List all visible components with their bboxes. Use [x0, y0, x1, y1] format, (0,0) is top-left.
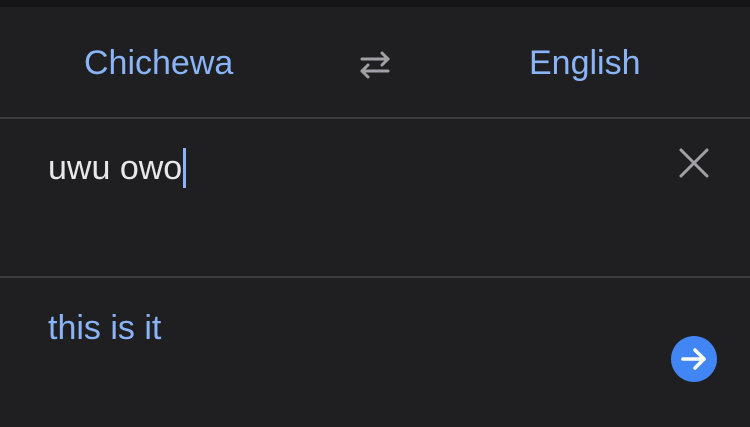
text-caret [183, 148, 187, 188]
close-icon [679, 148, 709, 178]
translate-app: Chichewa English uwu owo this is it [0, 0, 750, 427]
translation-text[interactable]: this is it [48, 308, 161, 348]
source-input-area[interactable]: uwu owo [0, 119, 750, 276]
swap-languages-button[interactable] [356, 51, 394, 79]
translation-output-area: this is it [0, 278, 750, 427]
open-translation-button[interactable] [671, 336, 717, 382]
arrow-right-icon [681, 348, 706, 370]
swap-arrows-icon [360, 51, 390, 79]
status-strip [0, 0, 750, 7]
target-language-button[interactable]: English [529, 43, 641, 83]
clear-input-button[interactable] [677, 146, 711, 180]
source-text-input[interactable]: uwu owo [48, 148, 187, 188]
source-text: uwu owo [48, 149, 183, 187]
source-language-button[interactable]: Chichewa [84, 43, 233, 83]
language-bar: Chichewa English [0, 7, 750, 117]
